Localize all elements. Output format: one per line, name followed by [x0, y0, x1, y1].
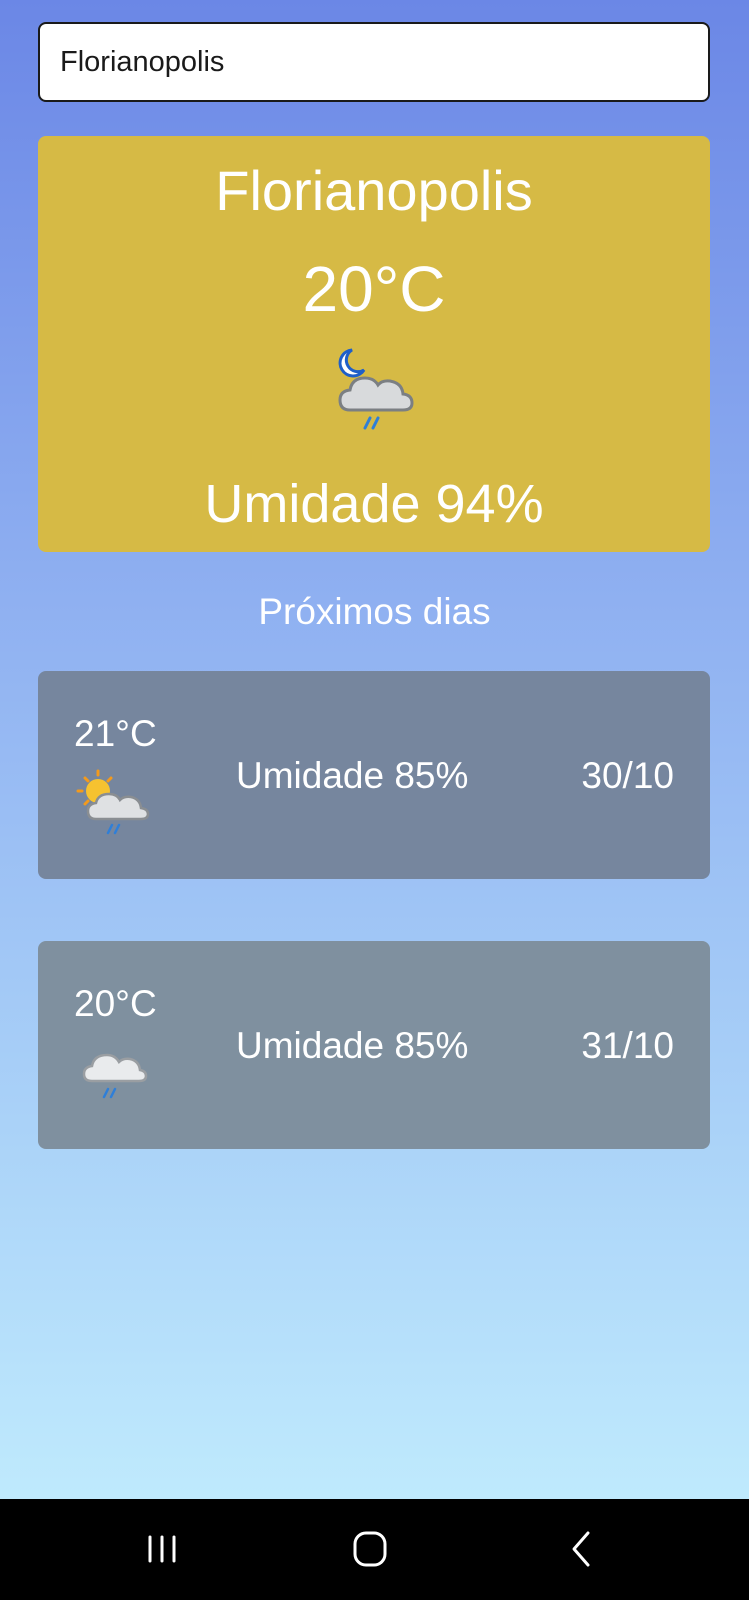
- home-icon[interactable]: [340, 1525, 400, 1575]
- weather-screen: Florianopolis 20°C Umidade 94% Próximos …: [0, 0, 749, 1499]
- forecast-day-card: 21°C Umidade 85% 30/10: [38, 671, 710, 879]
- forecast-temperature: 21°C: [74, 713, 157, 754]
- night-cloud-rain-icon: [338, 348, 414, 430]
- forecast-temperature: 20°C: [74, 983, 157, 1024]
- system-navigation-bar: [0, 1499, 749, 1600]
- cloud-rain-icon: [82, 1053, 148, 1099]
- current-city-name: Florianopolis: [215, 159, 533, 222]
- forecast-humidity: Umidade 85%: [236, 755, 469, 796]
- forecast-humidity: Umidade 85%: [236, 1025, 469, 1066]
- current-temperature: 20°C: [302, 253, 446, 325]
- sun-cloud-rain-icon: [76, 769, 150, 835]
- forecast-day-card: 20°C Umidade 85% 31/10: [38, 941, 710, 1149]
- current-humidity: Umidade 94%: [204, 474, 544, 534]
- current-weather-card: Florianopolis 20°C Umidade 94%: [38, 136, 710, 552]
- city-search-input[interactable]: [38, 22, 710, 102]
- forecast-date: 31/10: [581, 1025, 674, 1066]
- forecast-date: 30/10: [581, 755, 674, 796]
- back-icon[interactable]: [552, 1525, 612, 1575]
- forecast-title: Próximos dias: [258, 591, 491, 632]
- recent-apps-icon[interactable]: [132, 1525, 192, 1575]
